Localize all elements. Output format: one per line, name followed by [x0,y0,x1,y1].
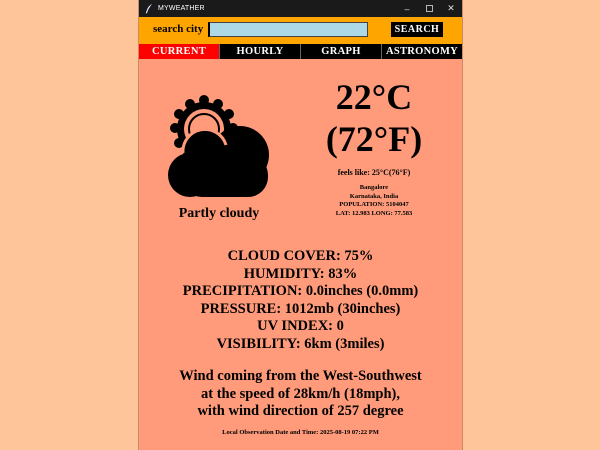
window-title: MYWEATHER [158,5,205,12]
feather-icon [144,3,154,14]
wind-degree-text: with wind direction of 257 degree [197,403,404,419]
weather-stats: CLOUD COVER: 75% HUMIDITY: 83% PRECIPITA… [139,248,462,353]
wind-direction-text: Wind coming from the West-Southwest [179,368,422,384]
stat-precipitation: PRECIPITATION: 0.0inches (0.0mm) [182,283,419,299]
condition-text: Partly cloudy [178,206,260,221]
title-bar: MYWEATHER – ✕ [139,0,462,17]
tab-graph[interactable]: GRAPH [301,44,382,59]
search-button[interactable]: SEARCH [391,22,443,37]
stat-uv-index: UV INDEX: 0 [257,318,344,334]
search-label: search city [153,23,204,35]
tab-current[interactable]: CURRENT [139,44,220,59]
tab-hourly[interactable]: HOURLY [220,44,301,59]
observation-time: Local Observation Date and Time: 2025-08… [222,429,379,436]
feels-like-text: feels like: 25°C(76°F) [337,168,411,177]
close-icon[interactable]: ✕ [440,0,462,17]
location-region: Karnataka, India [349,192,399,200]
app-window: MYWEATHER – ✕ search city SEARCH CURRENT… [139,0,462,450]
partly-cloudy-icon [168,95,269,197]
search-input[interactable] [208,22,368,37]
temperature-fahrenheit: (72°F) [325,119,423,159]
location-population: POPULATION: 5104047 [339,201,409,208]
current-weather-panel: Partly cloudy 22°C (72°F) feels like: 25… [139,59,462,450]
stat-pressure: PRESSURE: 1012mb (30inches) [200,300,401,317]
search-bar: search city SEARCH [139,17,462,44]
location-info: Bangalore Karnataka, India POPULATION: 5… [299,184,449,218]
wind-speed-text: at the speed of 28km/h (18mph), [201,385,400,402]
stat-cloud-cover: CLOUD COVER: 75% [227,248,374,264]
temperature-celsius: 22°C [335,77,413,117]
location-city: Bangalore [359,184,389,191]
maximize-icon[interactable] [418,0,440,17]
minimize-icon[interactable]: – [396,0,418,17]
stat-humidity: HUMIDITY: 83% [243,265,358,282]
location-coordinates: LAT: 12.983 LONG: 77.583 [335,209,413,217]
wind-info: Wind coming from the West-Southwest at t… [139,368,462,421]
tab-astronomy[interactable]: ASTRONOMY [382,44,462,59]
stat-visibility: VISIBILITY: 6km (3miles) [216,335,385,352]
tab-bar: CURRENT HOURLY GRAPH ASTRONOMY [139,44,462,59]
